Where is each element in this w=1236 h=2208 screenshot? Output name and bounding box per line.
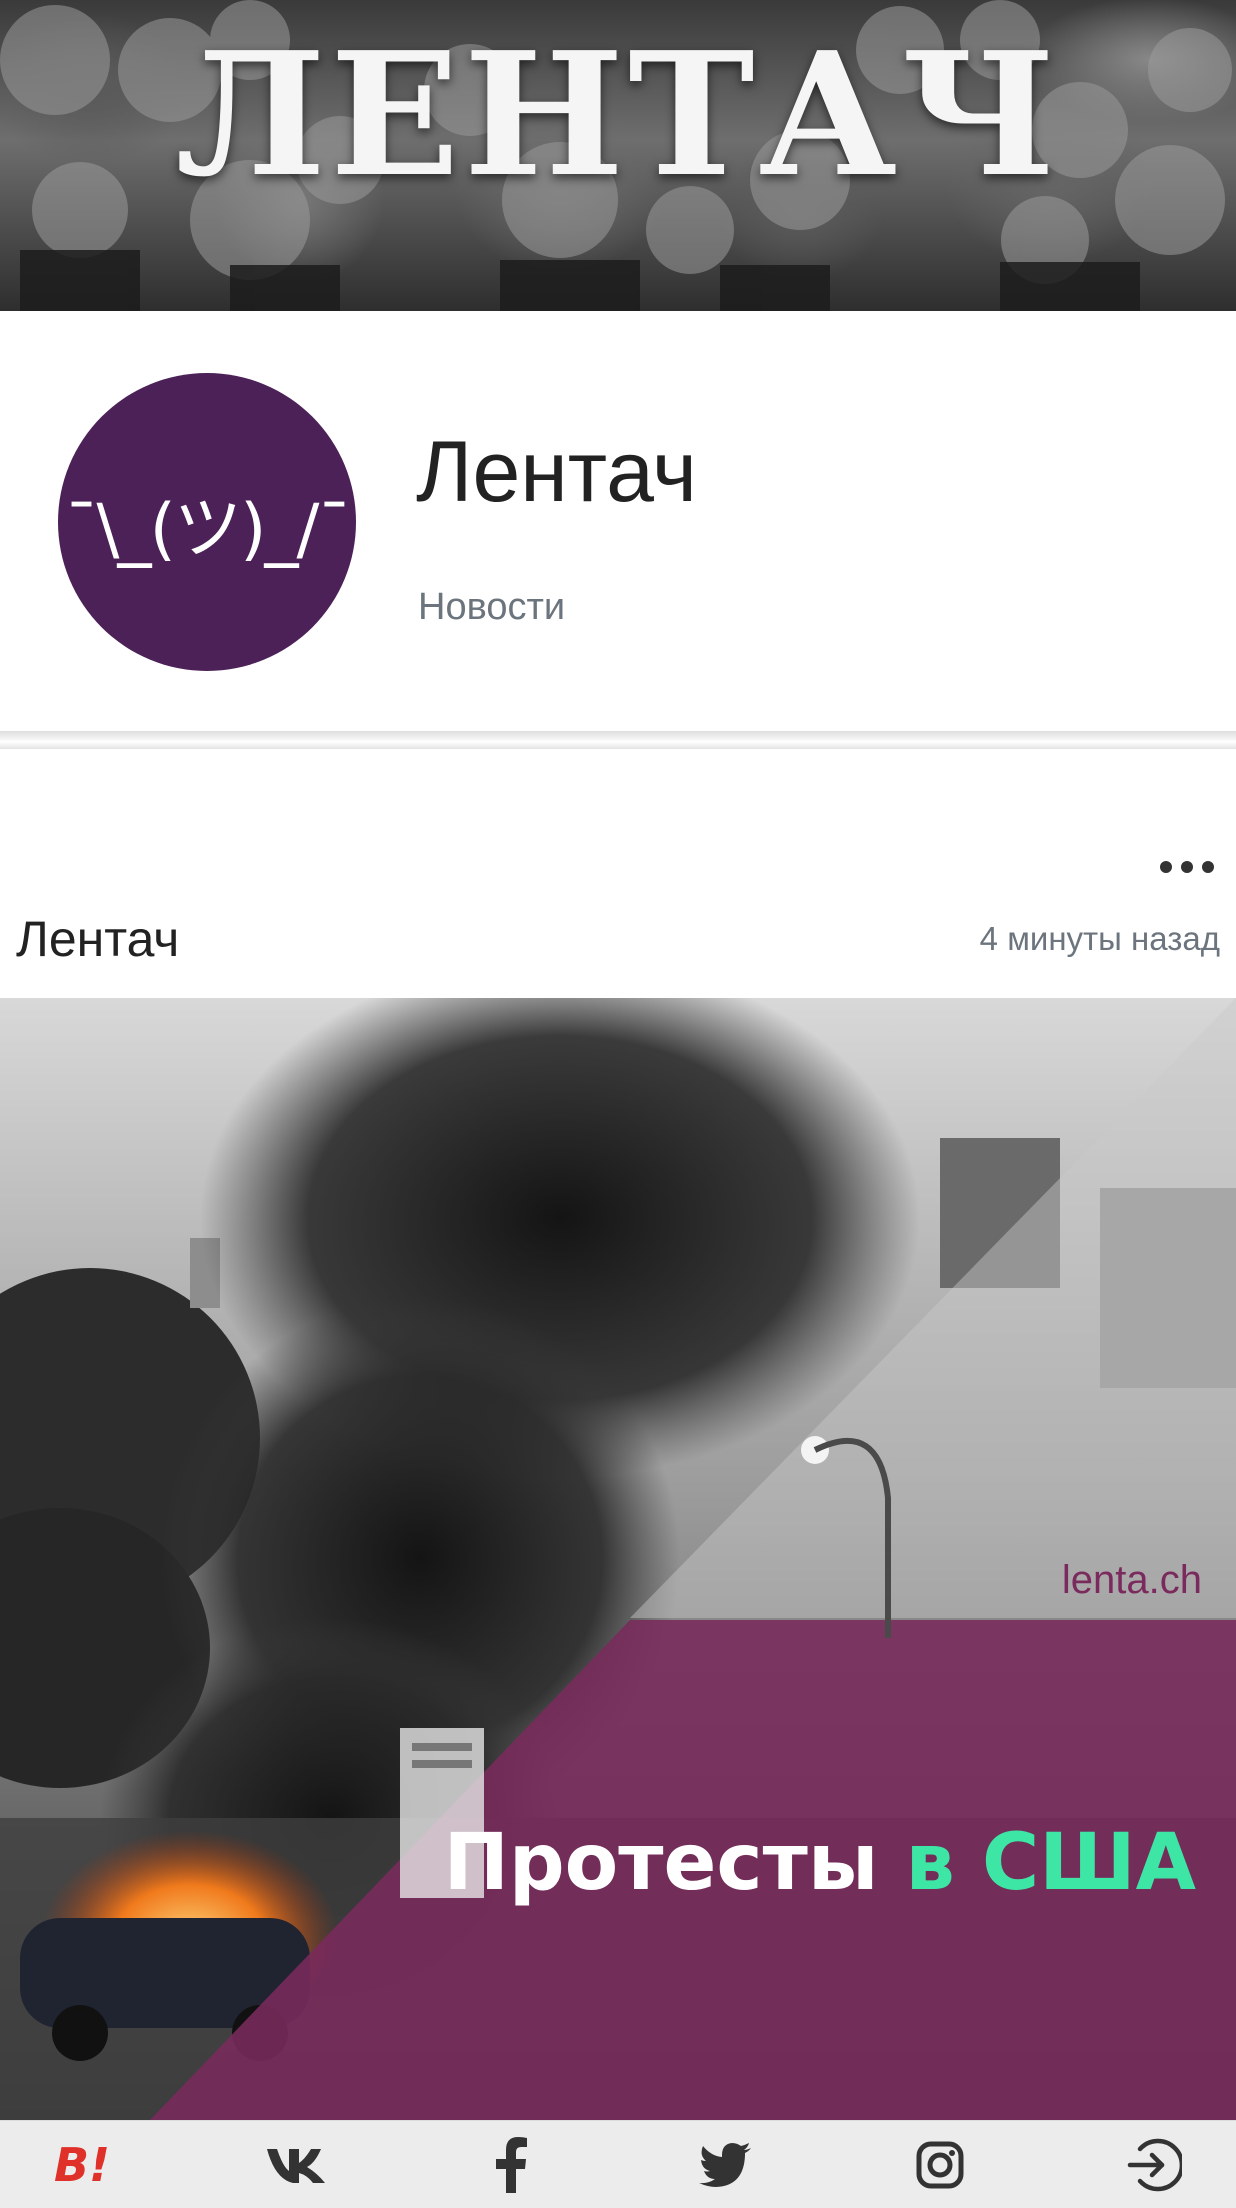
- instagram-share-button[interactable]: [902, 2127, 978, 2203]
- twitter-icon: [699, 2142, 752, 2187]
- channel-category[interactable]: Новости: [418, 586, 565, 629]
- login-icon: [1127, 2138, 1182, 2191]
- channel-banner: ЛЕНТАЧ: [0, 0, 1236, 311]
- dot: [1160, 861, 1172, 873]
- brand-logo: B!: [53, 2137, 111, 2192]
- headline-main: Протесты: [443, 1818, 879, 1908]
- more-options-icon[interactable]: [1160, 855, 1220, 879]
- post-headline: Протесты в США: [444, 1818, 1196, 1908]
- bookmark-brand-button[interactable]: B!: [44, 2127, 120, 2203]
- instagram-icon: [916, 2141, 964, 2188]
- facebook-share-button[interactable]: [473, 2127, 549, 2203]
- post-author[interactable]: Лентач: [16, 910, 179, 968]
- channel-profile: ¯\_(ツ)_/¯ Лентач Новости: [0, 311, 1236, 731]
- dot: [1181, 861, 1193, 873]
- share-bar: B!: [0, 2120, 1236, 2208]
- twitter-share-button[interactable]: [687, 2127, 763, 2203]
- post-photo: [0, 998, 1236, 2120]
- login-button[interactable]: [1116, 2127, 1192, 2203]
- section-divider: [0, 731, 1236, 749]
- vk-icon: [267, 2148, 326, 2183]
- channel-name: Лентач: [416, 424, 697, 520]
- post-image[interactable]: lenta.ch Протесты в США: [0, 998, 1236, 2120]
- avatar-text: ¯\_(ツ)_/¯: [64, 489, 352, 569]
- facebook-icon: [495, 2136, 527, 2193]
- post-timestamp: 4 минуты назад: [979, 920, 1220, 957]
- headline-accent: в США: [905, 1818, 1196, 1908]
- banner-title: ЛЕНТАЧ: [175, 15, 1061, 215]
- dot: [1202, 861, 1214, 873]
- watermark: lenta.ch: [1061, 1558, 1202, 1602]
- vk-share-button[interactable]: [258, 2127, 334, 2203]
- channel-avatar[interactable]: ¯\_(ツ)_/¯: [58, 373, 356, 671]
